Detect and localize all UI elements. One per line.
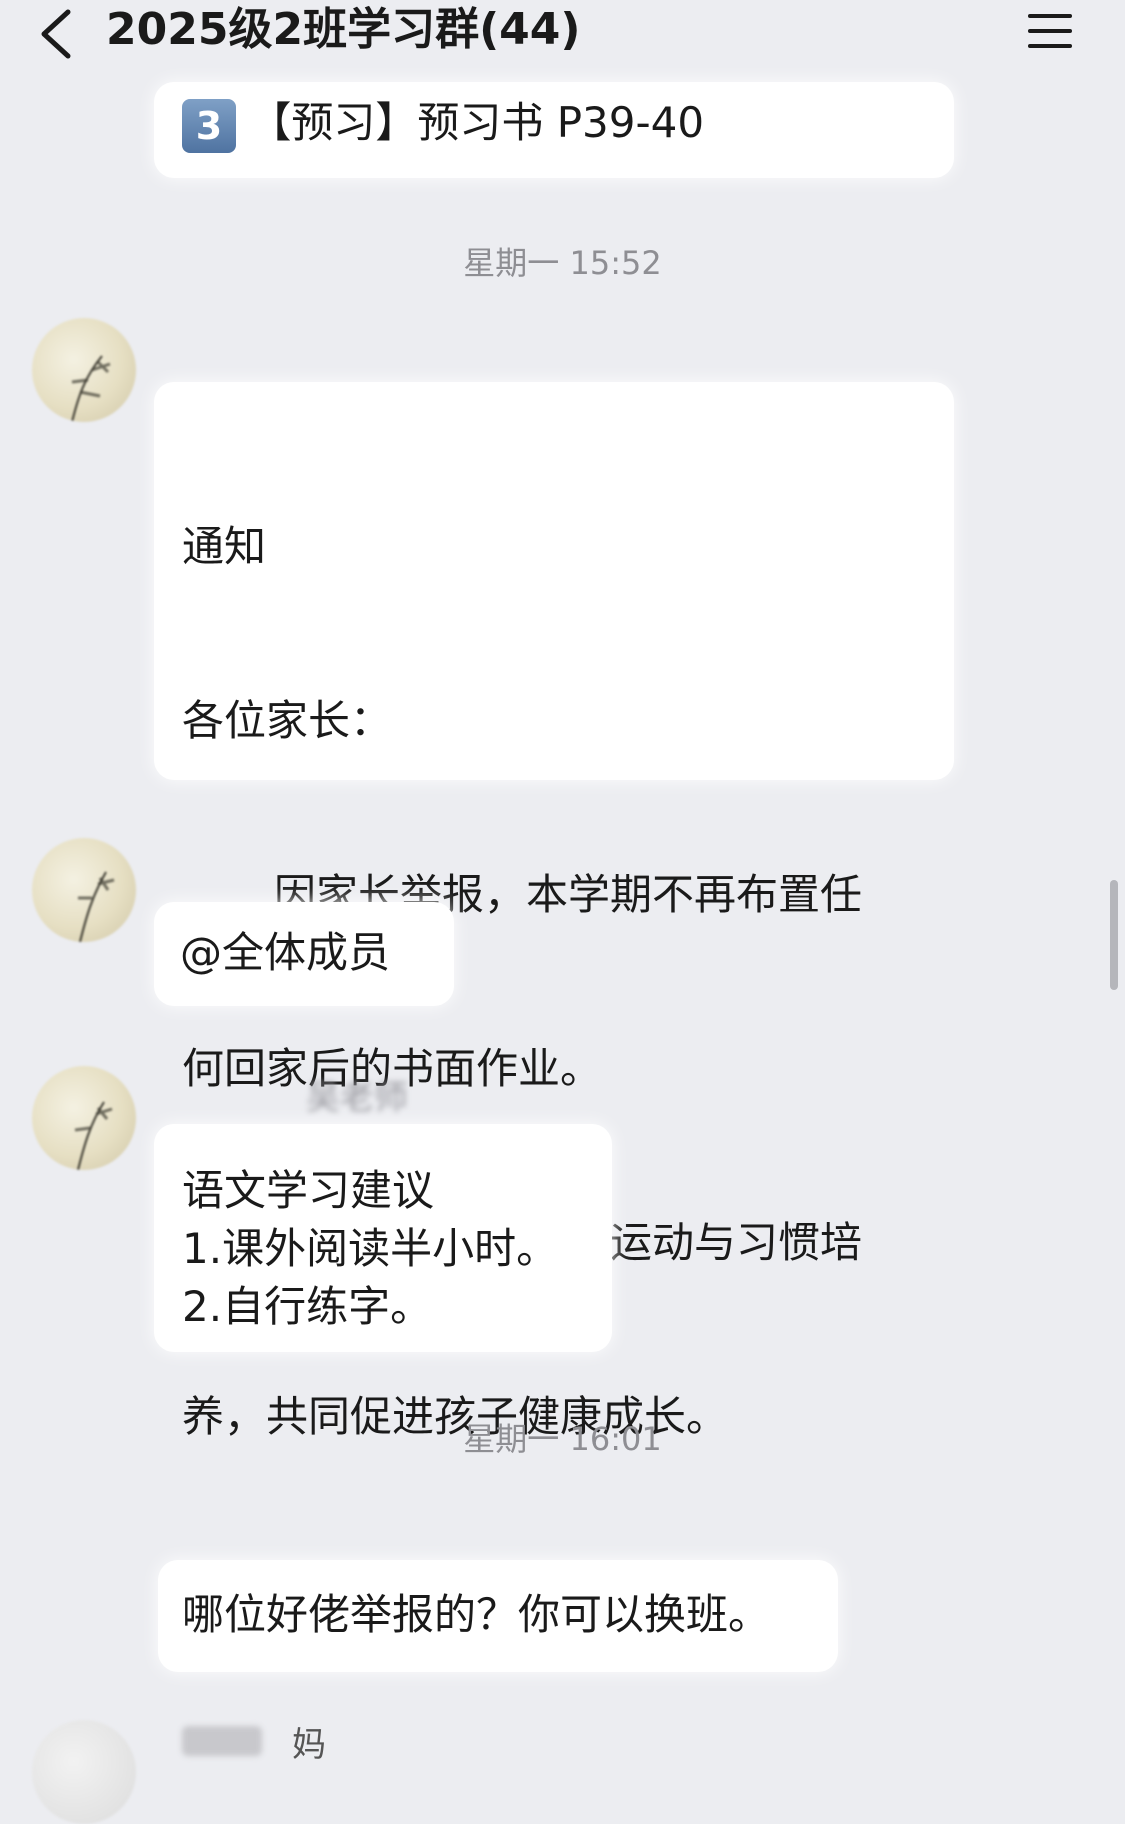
reply-message-bubble[interactable]: 哪位好佬举报的？你可以换班。	[158, 1560, 838, 1672]
hamburger-menu-icon	[1028, 14, 1072, 18]
scrollbar[interactable]	[1110, 880, 1118, 990]
message-line: 2.自行练字。	[182, 1282, 433, 1331]
message-line: 1.课外阅读半小时。	[182, 1224, 559, 1273]
bamboo-avatar-icon	[78, 871, 115, 942]
mention-all-bubble[interactable]: @全体成员	[154, 902, 454, 1006]
message-text: @全体成员	[180, 928, 391, 977]
number-3-keycap-icon: 3	[182, 98, 236, 153]
notice-line: 何回家后的书面作业。	[182, 1044, 603, 1093]
notice-title: 通知	[182, 522, 267, 571]
message-line: 语文学习建议	[182, 1166, 435, 1215]
sender-name: 吴老师	[306, 1078, 408, 1118]
avatar[interactable]	[32, 838, 136, 942]
notice-message-bubble[interactable]: 通知 各位家长： 因家长举报，本学期不再布置任 何回家后的书面作业。 请关注孩子…	[154, 382, 954, 1441]
menu-button[interactable]	[1022, 10, 1078, 56]
message-text: 【预习】预习书 P39-40	[249, 98, 705, 147]
bamboo-avatar-icon	[74, 1101, 113, 1170]
message-text: 哪位好佬举报的？你可以换班。	[182, 1590, 771, 1639]
avatar[interactable]	[32, 318, 136, 422]
chat-header: 2025级2班学习群(44)	[0, 0, 1125, 78]
timestamp: 星期一 16:01	[463, 1420, 662, 1458]
timestamp: 星期一 15:52	[463, 244, 662, 282]
chevron-left-icon	[41, 9, 71, 59]
avatar[interactable]	[32, 1720, 136, 1824]
sender-name: 妈	[292, 1725, 326, 1765]
avatar[interactable]	[32, 1066, 136, 1170]
message-bubble-preview[interactable]: 3 【预习】预习书 P39-40	[154, 82, 954, 178]
notice-line: 各位家长：	[182, 696, 393, 745]
back-button[interactable]	[34, 6, 80, 62]
chat-title: 2025级2班学习群(44)	[106, 4, 581, 55]
bamboo-avatar-icon	[71, 355, 111, 422]
chinese-study-suggestion-bubble[interactable]: 语文学习建议 1.课外阅读半小时。 2.自行练字。	[154, 1124, 612, 1352]
